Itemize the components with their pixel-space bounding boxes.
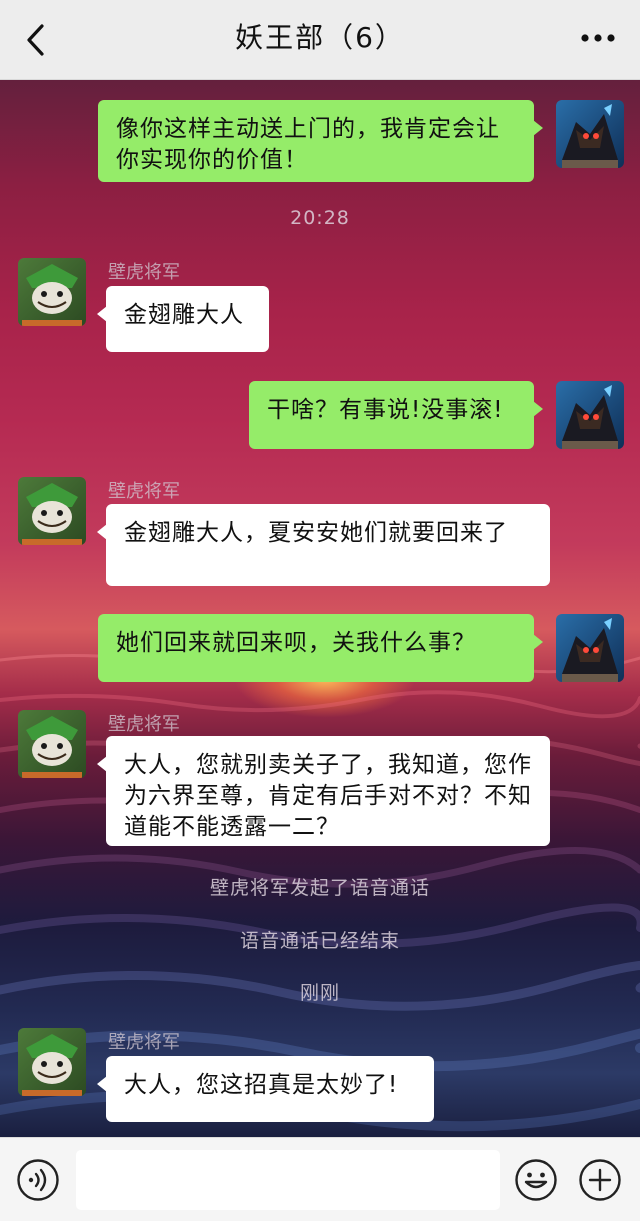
voice-call-started-notice: 壁虎将军发起了语音通话 <box>209 877 430 899</box>
chevron-left-icon <box>27 24 44 56</box>
contact-message-bubble[interactable]: 大人，您这招真是太妙了! <box>97 1056 434 1122</box>
sender-name: 壁虎将军 <box>108 1032 180 1053</box>
my-message-bubble[interactable]: 她们回来就回来呗，关我什么事？ <box>98 614 543 682</box>
back-button[interactable] <box>16 20 56 60</box>
chat-title: 妖王部（6） <box>235 21 405 54</box>
chat-header: 妖王部（6） <box>0 0 640 80</box>
emoji-button[interactable] <box>514 1158 558 1202</box>
voice-button[interactable] <box>16 1158 60 1202</box>
my-message-bubble[interactable]: 干啥？有事说!没事滚! <box>249 381 543 449</box>
more-dots-icon <box>581 34 615 42</box>
message-input[interactable] <box>76 1150 500 1210</box>
more-button[interactable] <box>576 22 620 54</box>
sender-name: 壁虎将军 <box>108 481 180 502</box>
contact-avatar[interactable] <box>18 477 86 545</box>
timestamp: 刚刚 <box>299 982 340 1004</box>
voice-icon <box>17 1159 59 1201</box>
my-message-bubble[interactable]: 像你这样主动送上门的，我肯定会让你实现你的价值！ <box>98 100 543 182</box>
sender-name: 壁虎将军 <box>108 714 180 735</box>
contact-avatar[interactable] <box>18 710 86 778</box>
contact-message-bubble[interactable]: 金翅雕大人，夏安安她们就要回来了 <box>97 504 550 586</box>
my-avatar[interactable] <box>556 381 624 449</box>
plus-icon <box>579 1159 621 1201</box>
voice-call-ended-notice: 语音通话已经结束 <box>239 930 400 952</box>
sender-name: 壁虎将军 <box>108 262 180 283</box>
more-actions-button[interactable] <box>578 1158 622 1202</box>
my-avatar[interactable] <box>556 100 624 168</box>
timestamp: 20:28 <box>290 207 350 229</box>
contact-avatar[interactable] <box>18 1028 86 1096</box>
contact-avatar[interactable] <box>18 258 86 326</box>
input-bar <box>0 1137 640 1221</box>
contact-message-bubble[interactable]: 金翅雕大人 <box>97 286 269 352</box>
contact-message-bubble[interactable]: 大人，您就别卖关子了，我知道，您作为六界至尊，肯定有后手对不对？不知道能不能透露… <box>97 736 550 846</box>
emoji-icon <box>515 1159 557 1201</box>
my-avatar[interactable] <box>556 614 624 682</box>
